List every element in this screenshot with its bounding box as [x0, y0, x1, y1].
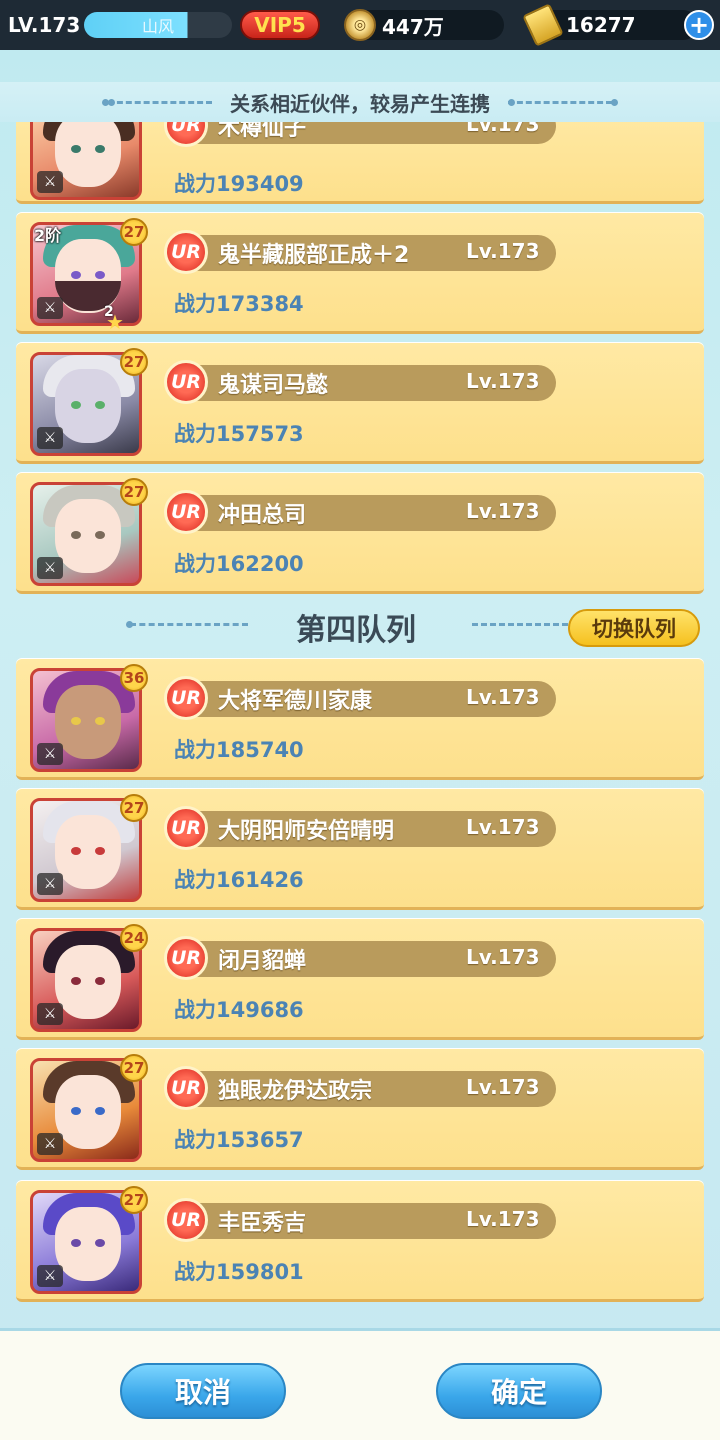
class-icon: ⚔ [37, 557, 63, 579]
coin-counter: ◎ 447万 [344, 9, 504, 41]
awaken-badge: 27 [120, 1054, 148, 1082]
player-level: LV.173 [8, 13, 81, 37]
rarity-ur-badge: UR [164, 1198, 208, 1242]
awaken-badge: 27 [120, 794, 148, 822]
class-icon: ⚔ [37, 743, 63, 765]
face [55, 815, 121, 889]
hero-level: Lv.173 [466, 499, 540, 523]
hero-level: Lv.173 [466, 945, 540, 969]
hero-power: 战力149686 [174, 998, 304, 1022]
hero-name: 闭月貂蝉 [218, 949, 307, 974]
awaken-badge: 27 [120, 348, 148, 376]
queue-header: 第四队列 切换队列 [0, 597, 720, 655]
hero-power: 战力193409 [174, 172, 304, 196]
hero-card[interactable]: ⚔ 27 UR 丰臣秀吉 Lv.173 战力159801 [16, 1180, 704, 1302]
hero-card[interactable]: ⚔ 36 UR 大将军德川家康 Lv.173 战力185740 [16, 658, 704, 780]
hero-card[interactable]: ⚔ 27 UR 冲田总司 Lv.173 战力162200 [16, 472, 704, 594]
queue-title: 第四队列 [296, 613, 416, 648]
awaken-badge: 27 [120, 218, 148, 246]
divider [102, 98, 212, 106]
footer-bar: 取消 确定 [0, 1328, 720, 1440]
rarity-ur-badge: UR [164, 806, 208, 850]
top-status-bar: LV.173 山风 VIP5 ◎ 447万 16277 + [0, 0, 720, 50]
class-icon: ⚔ [37, 1133, 63, 1155]
star-count: 2 [104, 304, 114, 320]
hero-level: Lv.173 [466, 685, 540, 709]
hero-card[interactable]: ⚔ UR 木樽仙子 Lv.173 战力193409 [16, 122, 704, 204]
face [55, 122, 121, 187]
hero-card[interactable]: ⚔ 27 UR 独眼龙伊达政宗 Lv.173 战力153657 [16, 1048, 704, 1170]
hero-level: Lv.173 [466, 1207, 540, 1231]
hero-name: 独眼龙伊达政宗 [218, 1079, 373, 1104]
rarity-ur-badge: UR [164, 936, 208, 980]
awaken-badge: 36 [120, 664, 148, 692]
rarity-ur-badge: UR [164, 676, 208, 720]
hero-power: 战力153657 [174, 1128, 304, 1152]
relation-note: 关系相近伙伴，较易产生连携 [0, 82, 720, 122]
hero-name: 丰臣秀吉 [218, 1211, 307, 1236]
hero-level: Lv.173 [466, 1075, 540, 1099]
vip-badge[interactable]: VIP5 [240, 10, 320, 40]
face [55, 369, 121, 443]
hero-name: 大阴阳师安倍晴明 [218, 819, 395, 844]
player-name-bar[interactable]: 山风 [84, 12, 232, 38]
face [55, 945, 121, 1019]
hero-name: 冲田总司 [218, 503, 307, 528]
hero-power: 战力161426 [174, 868, 304, 892]
awaken-badge: 27 [120, 1186, 148, 1214]
hero-power: 战力159801 [174, 1260, 304, 1284]
face [55, 685, 121, 759]
hero-level: Lv.173 [466, 815, 540, 839]
gold-amount: 16277 [566, 13, 636, 37]
class-icon: ⚔ [37, 171, 63, 193]
hero-card[interactable]: ⚔ 24 UR 闭月貂蝉 Lv.173 战力149686 [16, 918, 704, 1040]
face [55, 1075, 121, 1149]
cancel-button[interactable]: 取消 [120, 1363, 286, 1419]
rarity-ur-badge: UR [164, 490, 208, 534]
gold-counter: 16277 [522, 3, 698, 47]
divider [508, 98, 618, 106]
class-icon: ⚔ [37, 1003, 63, 1025]
confirm-button[interactable]: 确定 [436, 1363, 602, 1419]
hero-level: Lv.173 [466, 369, 540, 393]
rarity-ur-badge: UR [164, 230, 208, 274]
hero-power: 战力185740 [174, 738, 304, 762]
hero-card[interactable]: ⚔ 27 UR 鬼谋司马懿 Lv.173 战力157573 [16, 342, 704, 464]
hero-card[interactable]: ⚔ 27 UR 大阴阳师安倍晴明 Lv.173 战力161426 [16, 788, 704, 910]
class-icon: ⚔ [37, 297, 63, 319]
coin-amount: 447万 [382, 14, 444, 39]
face [55, 499, 121, 573]
hero-power: 战力157573 [174, 422, 304, 446]
hero-name: 大将军德川家康 [218, 689, 373, 714]
hero-power: 战力173384 [174, 292, 304, 316]
hero-power: 战力162200 [174, 552, 304, 576]
relation-note-text: 关系相近伙伴，较易产生连携 [230, 91, 490, 116]
hero-card[interactable]: ⚔ 2阶 ★ 2 27 UR 鬼半藏服部正成＋2 Lv.173 战力173384 [16, 212, 704, 334]
coin-icon: ◎ [344, 9, 376, 41]
awaken-badge: 24 [120, 924, 148, 952]
hero-name: 鬼谋司马懿 [218, 373, 329, 398]
divider [472, 623, 568, 626]
gold-ingot-icon [522, 3, 564, 47]
face [55, 1207, 121, 1281]
divider [126, 621, 248, 628]
class-icon: ⚔ [37, 427, 63, 449]
rarity-ur-badge: UR [164, 360, 208, 404]
awaken-badge: 27 [120, 478, 148, 506]
plus-icon[interactable]: + [684, 10, 714, 40]
class-icon: ⚔ [37, 873, 63, 895]
hero-level: Lv.173 [466, 239, 540, 263]
switch-queue-button[interactable]: 切换队列 [568, 609, 700, 647]
hero-name: 鬼半藏服部正成＋2 [218, 243, 410, 268]
class-icon: ⚔ [37, 1265, 63, 1287]
rarity-ur-badge: UR [164, 1066, 208, 1110]
player-name: 山风 [141, 17, 174, 36]
tier-label: 2阶 [34, 226, 62, 245]
